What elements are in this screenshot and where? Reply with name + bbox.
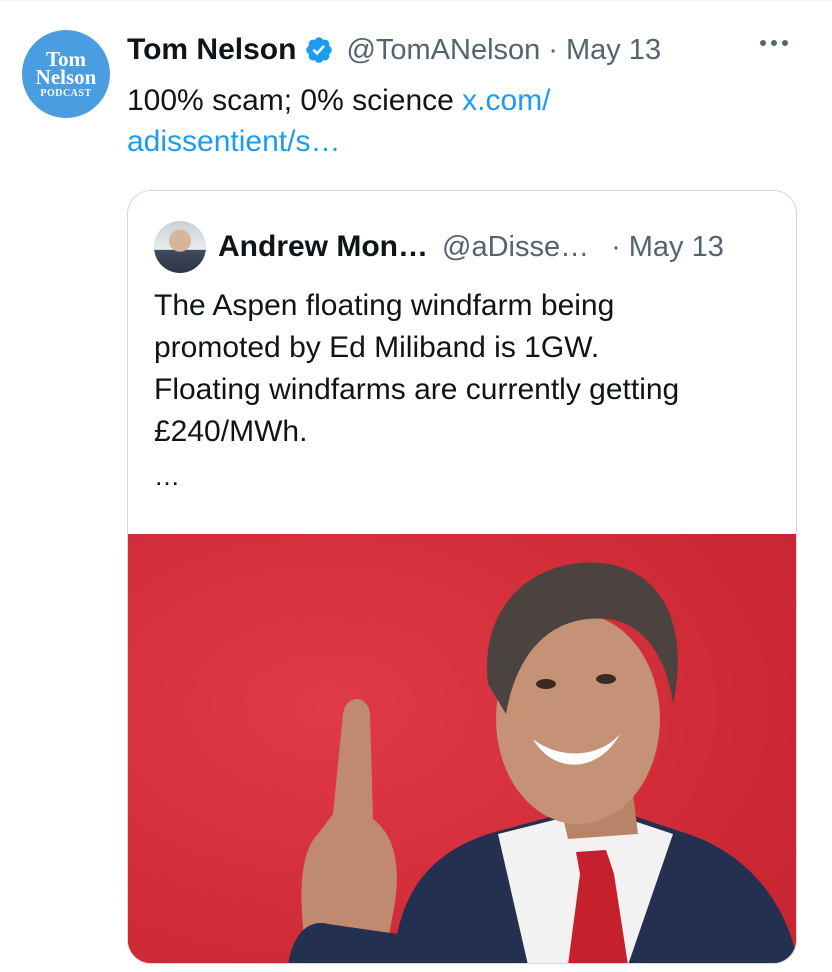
quoted-tweet-text: The Aspen floating windfarm being promot… bbox=[154, 289, 680, 448]
author-handle[interactable]: @TomANelson bbox=[346, 34, 540, 67]
dot bbox=[760, 40, 766, 46]
quoted-author-name[interactable]: Andrew Mon… bbox=[218, 230, 428, 264]
tweet-date[interactable]: May 13 bbox=[566, 34, 661, 67]
more-options-icon[interactable] bbox=[760, 40, 788, 46]
top-divider bbox=[0, 0, 832, 1]
author-name[interactable]: Tom Nelson bbox=[127, 33, 296, 67]
quoted-tweet-photo[interactable] bbox=[128, 534, 796, 963]
quoted-author-handle[interactable]: @aDisse… bbox=[442, 231, 589, 264]
tweet-text-body: 100% scam; 0% science bbox=[127, 84, 454, 117]
quoted-tweet-card[interactable]: Andrew Mon… @aDisse… · May 13 The Aspen … bbox=[127, 190, 797, 964]
photo-illustration bbox=[128, 534, 796, 963]
author-avatar[interactable]: Tom Nelson PODCAST bbox=[22, 30, 110, 118]
quoted-header-separator: · bbox=[611, 230, 621, 263]
quoted-tweet-header: Andrew Mon… @aDisse… · May 13 bbox=[154, 221, 724, 273]
quoted-author-avatar[interactable] bbox=[154, 221, 206, 273]
dot bbox=[782, 40, 788, 46]
tweet-link-line2: adissentient/s… bbox=[127, 125, 341, 158]
tweet-text: 100% scam; 0% science x.com/adissentient… bbox=[127, 80, 687, 162]
verified-badge-icon[interactable] bbox=[304, 35, 334, 65]
avatar-text-line3: PODCAST bbox=[40, 87, 92, 99]
quoted-tweet-ellipsis: … bbox=[154, 461, 180, 491]
tweet-header: Tom Nelson @TomANelson · May 13 bbox=[127, 30, 661, 70]
header-separator: · bbox=[548, 33, 558, 66]
avatar-text-line2: Nelson bbox=[35, 64, 97, 89]
dot bbox=[771, 40, 777, 46]
tweet-link-line1: x.com/ bbox=[462, 84, 551, 117]
quoted-tweet-date[interactable]: May 13 bbox=[629, 231, 724, 264]
